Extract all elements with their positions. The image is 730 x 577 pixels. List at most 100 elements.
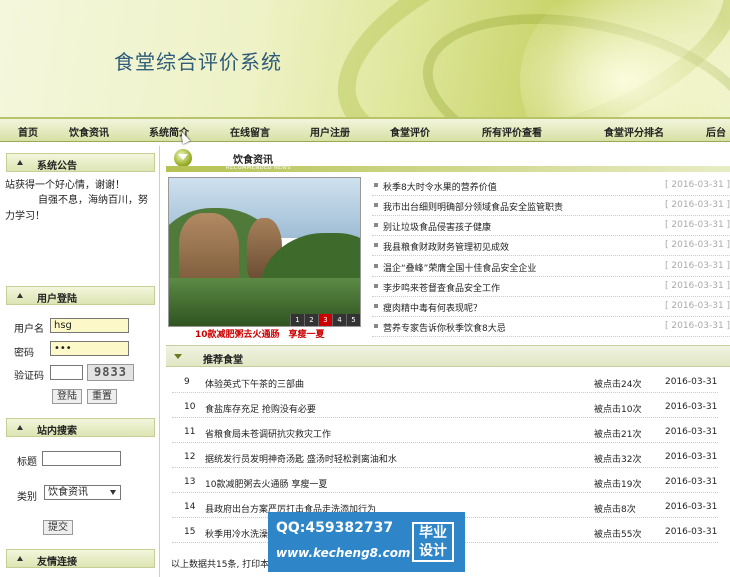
row-number: 10 (184, 402, 196, 412)
table-row[interactable]: 10 食盐库存充足 抢购没有必要 被点击10次 2016-03-31 (172, 397, 718, 418)
slideshow-caption[interactable]: 10款减肥粥去火通肠 享瘦一夏 (195, 327, 325, 340)
triangle-up-icon (17, 425, 23, 430)
table-row[interactable]: 9 体验英式下午茶的三部曲 被点击24次 2016-03-31 (172, 372, 718, 393)
password-input[interactable]: ••• (50, 341, 129, 356)
banner-decoration (520, 0, 730, 117)
row-date: 2016-03-31 (665, 402, 718, 412)
news-item-title[interactable]: 温企“叠峰”荣膺全国十佳食品安全企业 (383, 261, 536, 274)
username-input[interactable]: hsg (50, 318, 129, 333)
login-box-header: 用户登陆 (6, 286, 155, 305)
row-number: 12 (184, 452, 196, 462)
table-footer: 以上数据共15条, 打印本页 (171, 560, 279, 570)
nav-item-food-news[interactable]: 饮食资讯 (69, 124, 109, 139)
news-item-date: [ 2016-03-31 ] (665, 301, 730, 311)
bullet-icon (374, 284, 378, 288)
recommend-section-title: 推荐食堂 (203, 355, 243, 366)
search-submit-button[interactable]: 提交 (43, 520, 73, 535)
reset-button[interactable]: 重置 (87, 389, 117, 404)
recommend-section-header: 推荐食堂 (166, 345, 730, 367)
search-category-select[interactable]: 饮食资讯 (44, 485, 121, 500)
row-number: 13 (184, 477, 196, 487)
slideshow-page-active[interactable]: 3 (318, 314, 332, 326)
bullet-icon (374, 183, 378, 187)
news-item-date: [ 2016-03-31 ] (665, 281, 730, 291)
news-item[interactable]: 瘦肉精中毒有何表现呢？ [ 2016-03-31 ] (372, 297, 730, 317)
row-number: 15 (184, 527, 196, 537)
search-category-label: 类别 (17, 492, 37, 503)
triangle-up-icon (17, 293, 23, 298)
captcha-image[interactable]: 9833 (87, 364, 134, 381)
captcha-input[interactable] (50, 365, 83, 380)
row-title[interactable]: 食盐库存充足 抢购没有必要 (205, 402, 316, 415)
watermark-qq: QQ:459382737 (276, 520, 394, 536)
row-title[interactable]: 省粮食局未苍调研抗灾救灾工作 (205, 427, 331, 440)
nav-item-canteen-ranking[interactable]: 食堂评分排名 (604, 124, 664, 139)
row-date: 2016-03-31 (665, 527, 718, 537)
chevron-down-icon (110, 490, 116, 495)
news-item-title[interactable]: 秋季8大时令水果的营养价值 (383, 180, 497, 193)
news-item-title[interactable]: 瘦肉精中毒有何表现呢？ (383, 301, 482, 314)
nav-item-home[interactable]: 首页 (18, 124, 38, 139)
slideshow-page[interactable]: 4 (332, 314, 346, 326)
links-title: 友情连接 (37, 557, 77, 568)
triangle-up-icon (17, 160, 23, 165)
table-row[interactable]: 11 省粮食局未苍调研抗灾救灾工作 被点击21次 2016-03-31 (172, 422, 718, 443)
news-item-date: [ 2016-03-31 ] (665, 220, 730, 230)
search-title-label: 标题 (17, 457, 37, 468)
watermark-tag: 毕业设计 (412, 522, 454, 562)
row-date: 2016-03-31 (665, 427, 718, 437)
row-title[interactable]: 10款减肥粥去火通肠 享瘦一夏 (205, 477, 327, 490)
news-item-title[interactable]: 李步鸣来苍督查食品安全工作 (383, 281, 500, 294)
search-category-value: 饮食资讯 (48, 487, 88, 498)
news-item-date: [ 2016-03-31 ] (665, 240, 730, 250)
news-slideshow[interactable]: 1 2 3 4 5 (168, 177, 361, 327)
news-item-date: [ 2016-03-31 ] (665, 261, 730, 271)
news-item-title[interactable]: 我县粮食财政财务管理初见成效 (383, 240, 509, 253)
row-date: 2016-03-31 (665, 502, 718, 512)
row-number: 9 (184, 377, 190, 387)
slideshow-page[interactable]: 2 (304, 314, 318, 326)
row-title[interactable]: 体验英式下午茶的三部曲 (205, 377, 304, 390)
news-item[interactable]: 别让垃圾食品侵害孩子健康 [ 2016-03-31 ] (372, 216, 730, 236)
row-clicks: 被点击55次 (594, 530, 642, 540)
slideshow-page[interactable]: 5 (346, 314, 360, 326)
news-item[interactable]: 秋季8大时令水果的营养价值 [ 2016-03-31 ] (372, 176, 730, 196)
row-title[interactable]: 据统发行员发明神奇汤匙 盛汤时轻松剥离油和水 (205, 452, 397, 465)
row-clicks: 被点击19次 (594, 480, 642, 490)
news-item-date: [ 2016-03-31 ] (665, 180, 730, 190)
login-button[interactable]: 登陆 (52, 389, 82, 404)
password-label: 密码 (14, 348, 34, 359)
slideshow-page[interactable]: 1 (290, 314, 304, 326)
nav-item-message-board[interactable]: 在线留言 (230, 124, 270, 139)
nav-item-all-reviews[interactable]: 所有评价查看 (482, 124, 542, 139)
bullet-icon (374, 264, 378, 268)
links-box-header: 友情连接 (6, 549, 155, 568)
news-section-subtitle: RECOMMENDED NEWS (226, 165, 292, 171)
search-box-header: 站内搜索 (6, 418, 155, 437)
news-item[interactable]: 李步鸣来苍督查食品安全工作 [ 2016-03-31 ] (372, 277, 730, 297)
bullet-icon (374, 243, 378, 247)
slideshow-pager: 1 2 3 4 5 (290, 314, 360, 326)
notice-box-header: 系统公告 (6, 153, 155, 172)
nav-item-register[interactable]: 用户注册 (310, 124, 350, 139)
news-item[interactable]: 我县粮食财政财务管理初见成效 [ 2016-03-31 ] (372, 236, 730, 256)
search-title-input[interactable] (42, 451, 121, 466)
news-item-date: [ 2016-03-31 ] (665, 200, 730, 210)
row-clicks: 被点击32次 (594, 455, 642, 465)
header-banner: 食堂综合评价系统 (0, 0, 730, 117)
news-item[interactable]: 营养专家告诉你秋季饮食8大忌 [ 2016-03-31 ] (372, 317, 730, 337)
bullet-icon (374, 304, 378, 308)
news-item-title[interactable]: 别让垃圾食品侵害孩子健康 (383, 220, 491, 233)
news-item[interactable]: 我市出台细则明确部分领域食品安全监管职责 [ 2016-03-31 ] (372, 196, 730, 216)
table-row[interactable]: 13 10款减肥粥去火通肠 享瘦一夏 被点击19次 2016-03-31 (172, 472, 718, 493)
notice-line-2: 自强不息，海纳百川，努力学习！ (5, 195, 148, 222)
table-row[interactable]: 12 据统发行员发明神奇汤匙 盛汤时轻松剥离油和水 被点击32次 2016-03-31 (172, 447, 718, 468)
nav-item-admin[interactable]: 后台 (706, 124, 726, 139)
nav-item-canteen-review[interactable]: 食堂评价 (390, 124, 430, 139)
news-item[interactable]: 温企“叠峰”荣膺全国十佳食品安全企业 [ 2016-03-31 ] (372, 257, 730, 277)
notice-title: 系统公告 (37, 161, 77, 172)
news-item-title[interactable]: 营养专家告诉你秋季饮食8大忌 (383, 321, 506, 334)
captcha-label: 验证码 (14, 371, 44, 382)
news-item-title[interactable]: 我市出台细则明确部分领域食品安全监管职责 (383, 200, 563, 213)
login-title: 用户登陆 (37, 294, 77, 305)
